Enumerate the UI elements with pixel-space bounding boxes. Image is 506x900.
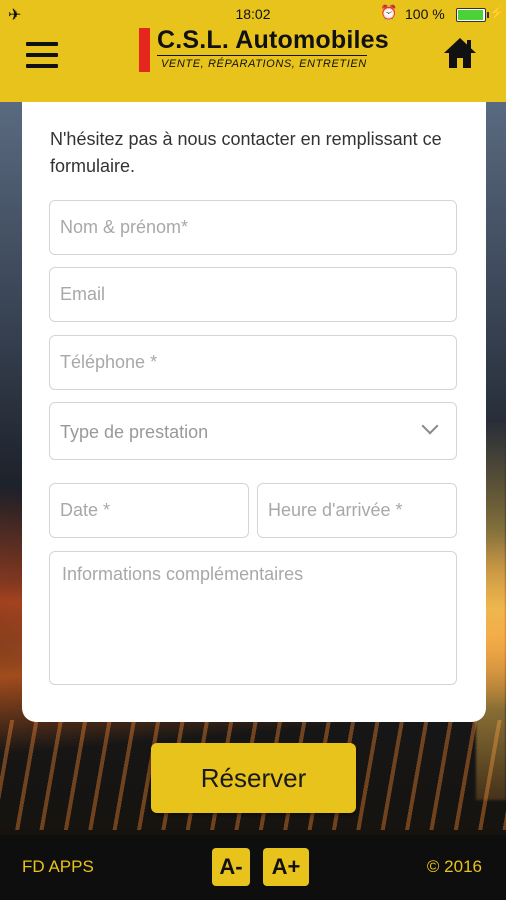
increase-font-button[interactable]: A+ [263,848,309,886]
home-icon[interactable] [442,36,482,74]
name-input[interactable] [49,200,457,255]
additional-info-textarea[interactable] [49,551,457,685]
hamburger-menu-icon[interactable] [26,42,60,70]
brand-name: C.S.L. Automobiles [157,26,389,54]
alarm-icon: ⏰ [380,4,398,20]
chevron-down-icon [421,417,439,435]
phone-input[interactable] [49,335,457,390]
reserve-button[interactable]: Réserver [151,743,356,813]
form-intro-text: N'hésitez pas à nous contacter en rempli… [50,129,442,176]
service-type-select[interactable]: Type de prestation [49,402,457,460]
status-bar: ✈ 18:02 ⏰ 100 % ⚡ [0,0,506,28]
app-header: C.S.L. Automobiles VENTE, RÉPARATIONS, E… [0,26,506,102]
service-type-value: Type de prestation [60,422,209,442]
app-footer: FD APPS A- A+ © 2016 [0,835,506,900]
email-input[interactable] [49,267,457,322]
charging-icon: ⚡ [489,5,506,20]
decrease-font-button[interactable]: A- [212,848,250,886]
brand-tagline: VENTE, RÉPARATIONS, ENTRETIEN [161,58,367,70]
logo-divider [157,55,367,56]
brand-logo: C.S.L. Automobiles VENTE, RÉPARATIONS, E… [139,26,389,76]
battery-icon [456,8,489,22]
battery-percent: 100 % [405,6,445,22]
contact-form-card: N'hésitez pas à nous contacter en rempli… [22,102,486,722]
footer-copyright: © 2016 [426,857,482,876]
arrival-time-input[interactable] [257,483,457,538]
footer-credit: FD APPS [22,857,94,876]
logo-accent-bar [139,28,150,72]
date-input[interactable] [49,483,249,538]
